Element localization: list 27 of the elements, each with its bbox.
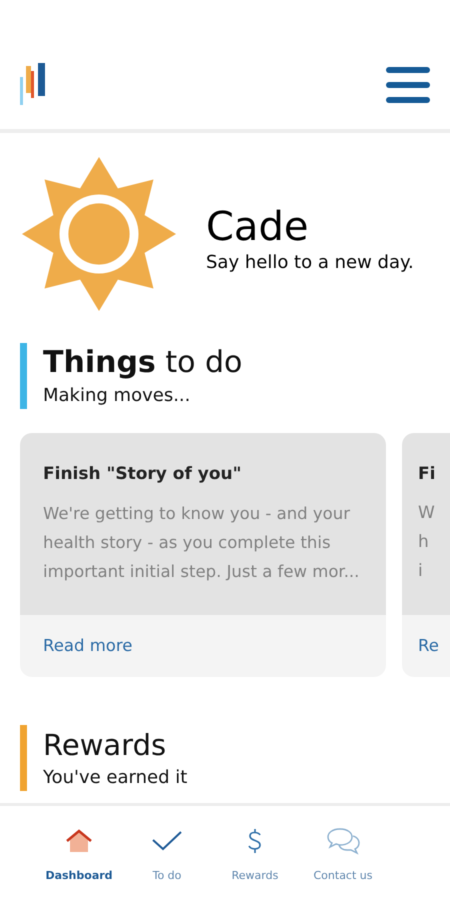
nav-tab[interactable]: To do bbox=[132, 824, 202, 900]
section-title: Rewards bbox=[43, 727, 168, 764]
read-more-link[interactable]: Re bbox=[418, 634, 439, 658]
nav-tab[interactable]: Rewards bbox=[220, 824, 290, 900]
sun-icon bbox=[20, 155, 178, 313]
nav-tab[interactable]: Contact us bbox=[308, 824, 378, 900]
accent-bar bbox=[20, 725, 27, 791]
greeting-message: Say hello to a new day. bbox=[206, 251, 414, 275]
read-more-link[interactable]: Read more bbox=[43, 634, 132, 658]
menu-button[interactable] bbox=[386, 67, 430, 103]
nav-tab[interactable]: Dashboard bbox=[44, 824, 114, 900]
section-subtitle: You've earned it bbox=[43, 766, 188, 790]
user-name: Cade bbox=[206, 203, 310, 251]
logo-icon bbox=[20, 63, 46, 105]
card-title: Finish "Story of you" bbox=[43, 463, 243, 485]
section-subtitle: Making moves... bbox=[43, 384, 192, 408]
card-text: i bbox=[418, 560, 424, 583]
check-icon bbox=[152, 830, 182, 852]
section-title: Things to do bbox=[43, 344, 242, 382]
chat-icon bbox=[326, 827, 360, 855]
card-text: h bbox=[418, 531, 430, 554]
accent-bar bbox=[20, 343, 27, 409]
card-text: We're getting to know you - and your health story - as you complete this important initial step. Just a few mor... bbox=[43, 503, 360, 583]
card-title: Fi bbox=[418, 463, 436, 485]
home-icon bbox=[65, 828, 93, 854]
dollar-icon bbox=[247, 828, 263, 854]
card-text: W bbox=[418, 502, 436, 525]
